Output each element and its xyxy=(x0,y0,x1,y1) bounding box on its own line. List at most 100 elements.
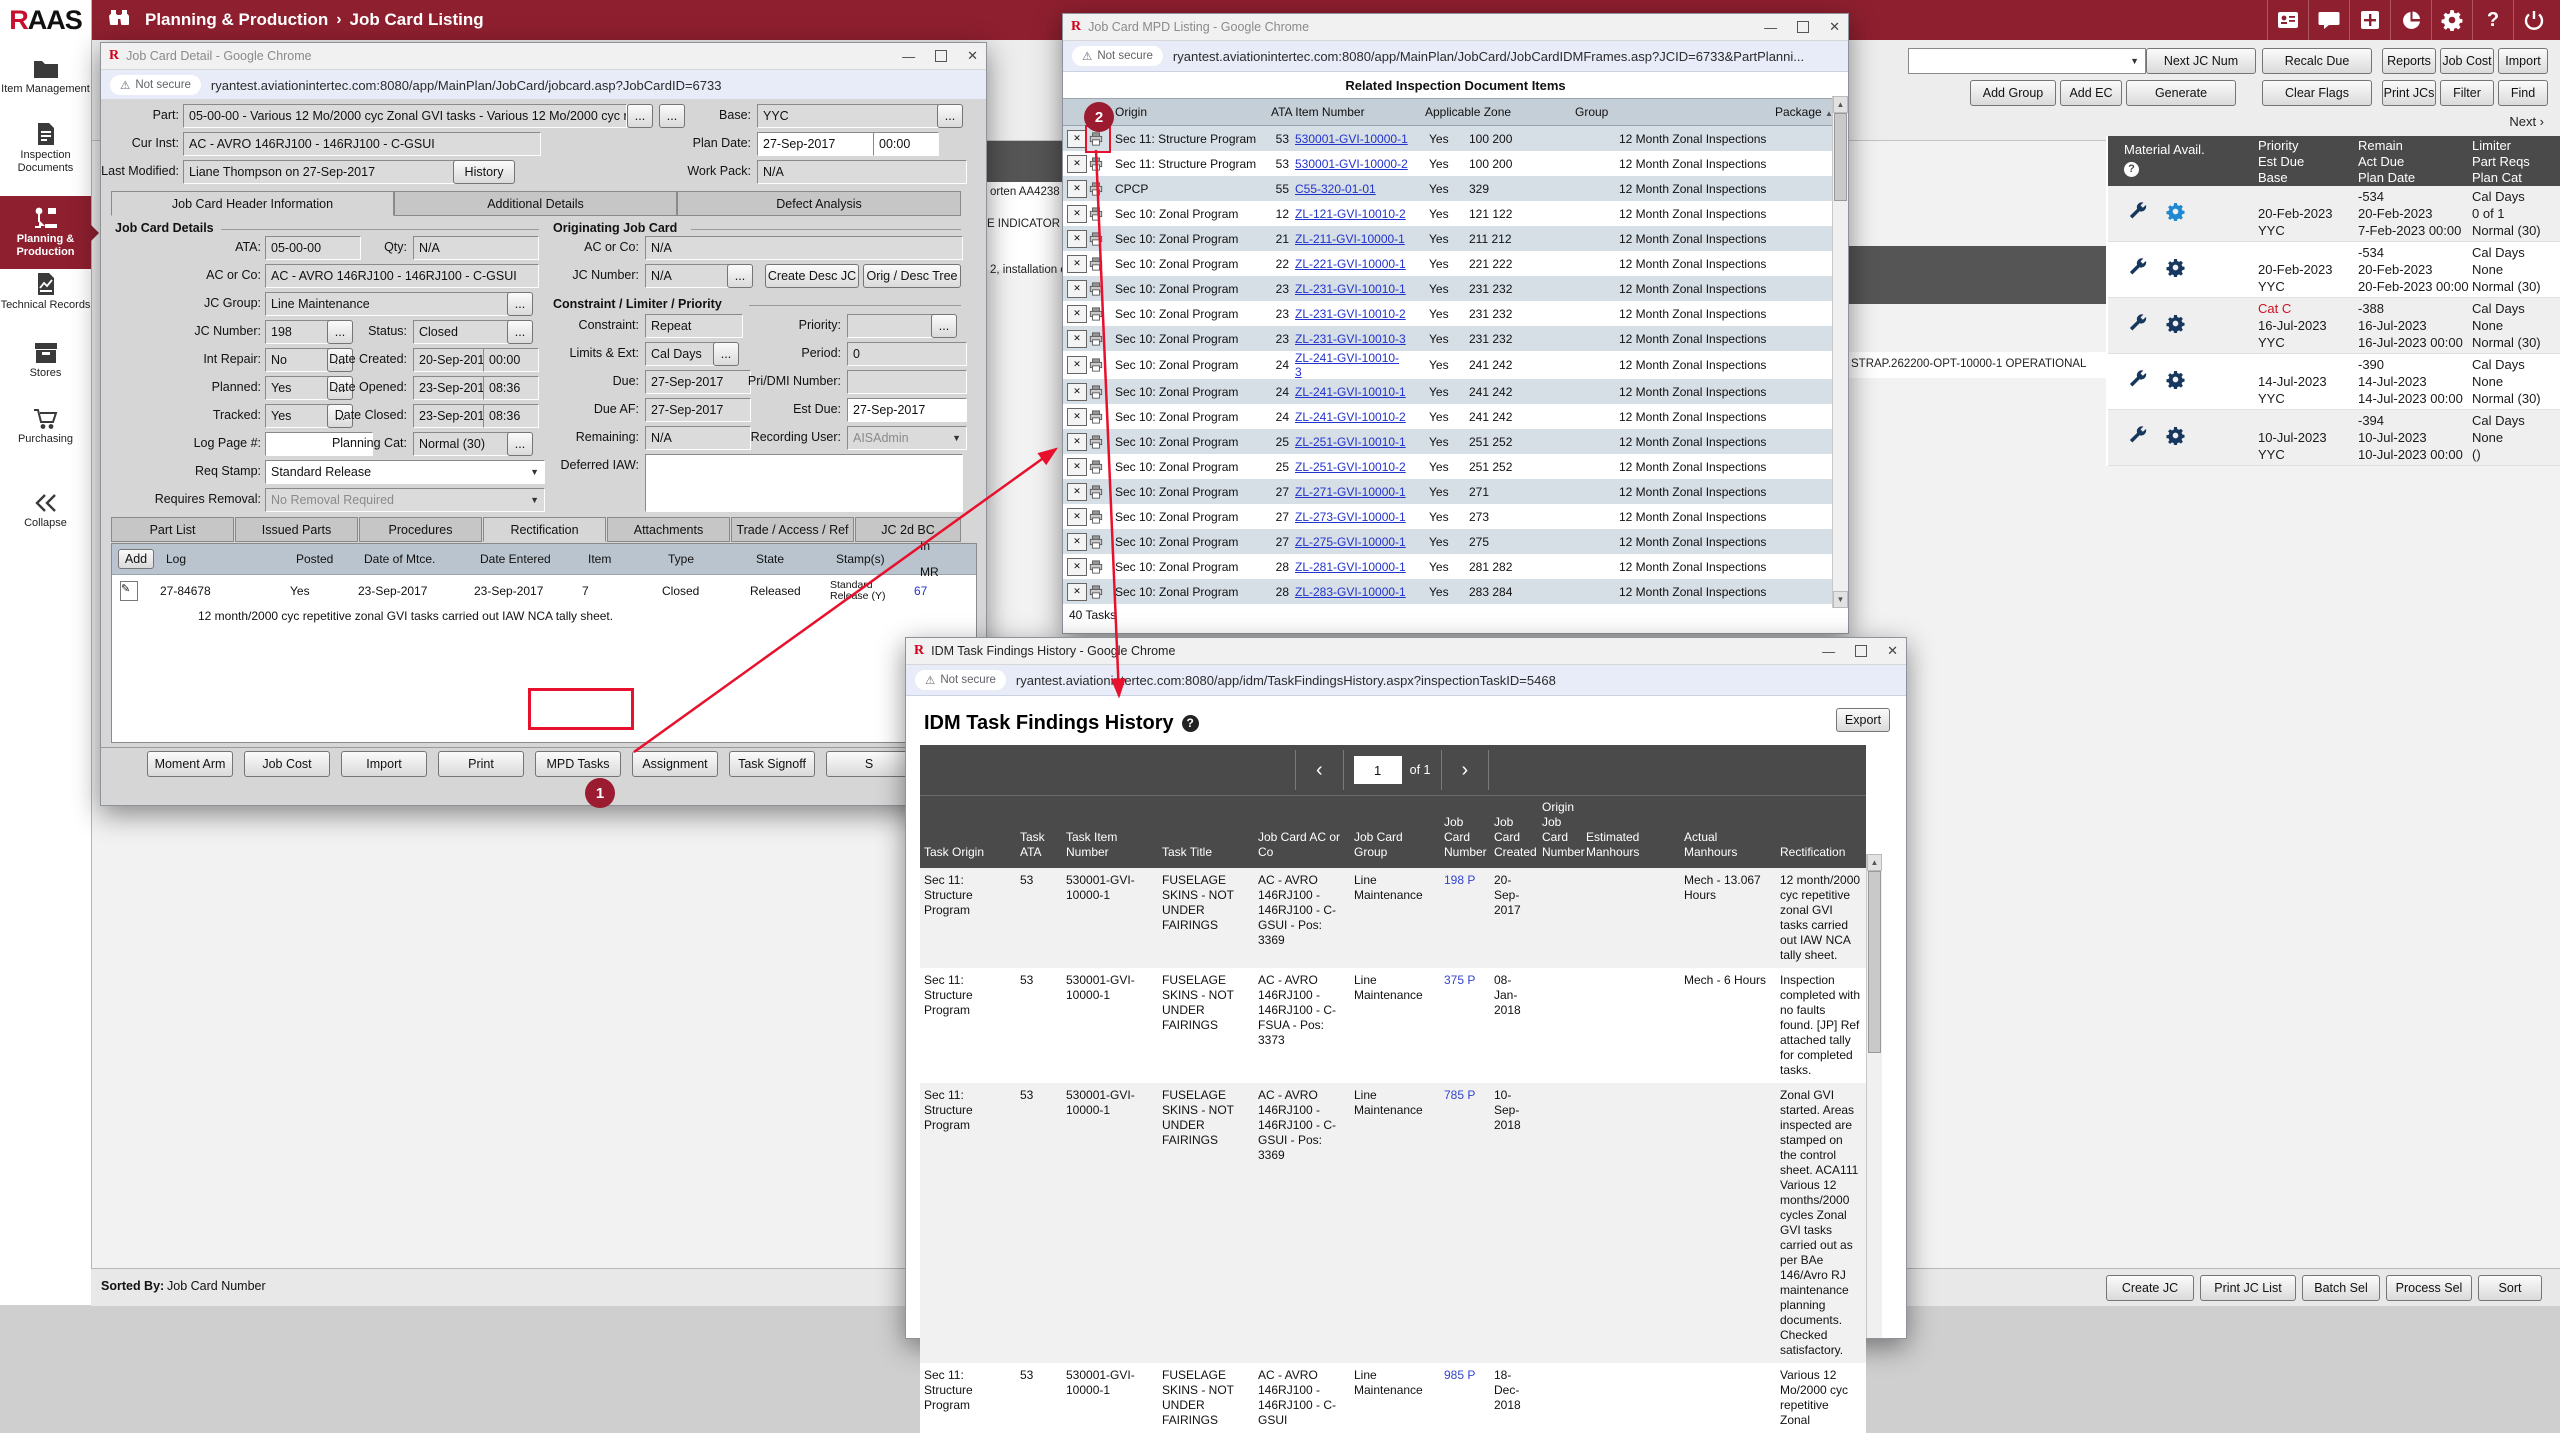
add-group-button[interactable]: Add Group xyxy=(1970,80,2056,106)
export-button[interactable]: Export xyxy=(1836,708,1890,732)
remove-task-icon[interactable]: ✕ xyxy=(1067,255,1087,273)
mpd-table-row[interactable]: ✕ Sec 10: Zonal Program 25 ZL-251-GVI-10… xyxy=(1063,429,1848,454)
mpd-item-number-link[interactable]: ZL-275-GVI-10000-1 xyxy=(1295,535,1425,549)
tab-jc-2d-bc[interactable]: JC 2d BC xyxy=(855,517,961,542)
mpd-item-number-link[interactable]: ZL-231-GVI-10010-3 xyxy=(1295,332,1425,346)
mpd-table-row[interactable]: ✕ Sec 10: Zonal Program 24 ZL-241-GVI-10… xyxy=(1063,404,1848,429)
recalc-due-button[interactable]: Recalc Due xyxy=(2262,48,2372,74)
assignment-button[interactable]: Assignment xyxy=(632,751,718,777)
base-field[interactable]: YYC xyxy=(757,104,939,128)
due-summary-row[interactable]: 14-Jul-2023YYC -39014-Jul-202314-Jul-202… xyxy=(2108,354,2560,410)
window-titlebar[interactable]: R Job Card MPD Listing - Google Chrome —… xyxy=(1063,14,1848,41)
settings-gears-icon[interactable] xyxy=(2431,0,2472,40)
limits-ext-field[interactable]: Cal Days xyxy=(645,342,719,366)
scroll-up-icon[interactable]: ▲ xyxy=(1833,96,1848,113)
print-task-icon[interactable] xyxy=(1089,410,1109,424)
mpd-item-number-link[interactable]: ZL-251-GVI-10010-2 xyxy=(1295,460,1425,474)
status-lookup-button[interactable]: ... xyxy=(507,320,533,344)
requires-removal-select[interactable]: No Removal Required▼ xyxy=(265,488,545,512)
mpd-item-number-link[interactable]: ZL-251-GVI-10010-1 xyxy=(1295,435,1425,449)
period-field[interactable]: 0 xyxy=(847,342,967,366)
deferred-iaw-field[interactable] xyxy=(645,454,963,512)
maintenance-wrench-icon[interactable] xyxy=(2128,370,2147,394)
print-task-icon[interactable] xyxy=(1089,585,1109,599)
mpd-table-row[interactable]: ✕ Sec 10: Zonal Program 25 ZL-251-GVI-10… xyxy=(1063,454,1848,479)
idm-scrollbar[interactable]: ▲ xyxy=(1866,854,1882,1338)
tab-additional-details[interactable]: Additional Details xyxy=(394,191,677,216)
recording-user-select[interactable]: AISAdmin▼ xyxy=(847,426,967,450)
task-signoff-button[interactable]: Task Signoff xyxy=(729,751,815,777)
ac-or-co-field[interactable]: AC - AVRO 146RJ100 - 146RJ100 - C-GSUI xyxy=(265,264,539,288)
scroll-thumb[interactable] xyxy=(1834,113,1847,201)
mpd-item-number-link[interactable]: ZL-231-GVI-10010-2 xyxy=(1295,307,1425,321)
remove-task-icon[interactable]: ✕ xyxy=(1067,130,1087,148)
mpd-table-row[interactable]: ✕ Sec 10: Zonal Program 24 ZL-241-GVI-10… xyxy=(1063,379,1848,404)
sidebar-item-planning-production[interactable]: Planning & Production xyxy=(0,196,91,269)
remove-task-icon[interactable]: ✕ xyxy=(1067,458,1087,476)
mpd-item-number-link[interactable]: ZL-281-GVI-10000-1 xyxy=(1295,560,1425,574)
mpd-table-row[interactable]: ✕ Sec 10: Zonal Program 22 ZL-221-GVI-10… xyxy=(1063,251,1848,276)
print-task-icon[interactable] xyxy=(1089,385,1109,399)
remove-task-icon[interactable]: ✕ xyxy=(1067,408,1087,426)
mpd-table-row[interactable]: ✕ Sec 11: Structure Program 53 530001-GV… xyxy=(1063,126,1848,151)
print-button[interactable]: Print xyxy=(438,751,524,777)
jc-group-field[interactable]: Line Maintenance xyxy=(265,292,513,316)
remove-task-icon[interactable]: ✕ xyxy=(1067,356,1087,374)
tab-issued-parts[interactable]: Issued Parts xyxy=(235,517,358,542)
date-opened-time-field[interactable]: 08:36 xyxy=(483,376,539,400)
find-button[interactable]: Find xyxy=(2498,80,2548,106)
group-header[interactable]: Group xyxy=(1575,105,1775,119)
signoff-button-partial[interactable]: S xyxy=(826,751,912,777)
pri-dmi-field[interactable] xyxy=(847,370,967,394)
base-lookup-button[interactable]: ... xyxy=(937,104,963,128)
maintenance-wrench-icon[interactable] xyxy=(2128,314,2147,338)
remove-task-icon[interactable]: ✕ xyxy=(1067,533,1087,551)
print-task-icon[interactable] xyxy=(1089,460,1109,474)
origin-header[interactable]: Origin xyxy=(1115,105,1265,119)
minimize-button[interactable]: — xyxy=(1764,20,1777,35)
add-ec-button[interactable]: Add EC xyxy=(2060,80,2122,106)
applicable-zone-header[interactable]: Applicable Zone xyxy=(1425,105,1575,119)
remaining-field[interactable]: N/A xyxy=(645,426,751,450)
sort-button[interactable]: Sort xyxy=(2478,1275,2542,1301)
remove-task-icon[interactable]: ✕ xyxy=(1067,155,1087,173)
minimize-button[interactable]: — xyxy=(1822,644,1835,659)
plan-time-field[interactable]: 00:00 xyxy=(873,132,939,156)
sidebar-item-item-management[interactable]: Item Management xyxy=(0,58,91,96)
address-bar[interactable]: ⚠Not secure ryantest.aviationintertec.co… xyxy=(1063,41,1848,72)
mpd-item-number-link[interactable]: ZL-221-GVI-10000-1 xyxy=(1295,257,1425,271)
print-task-icon[interactable] xyxy=(1089,207,1109,221)
add-window-icon[interactable] xyxy=(2349,0,2390,40)
jc-filter-select[interactable]: ▼ xyxy=(1908,48,2146,74)
planning-cat-field[interactable]: Normal (30) xyxy=(413,432,513,456)
rectification-row[interactable]: ✎ 27-84678 Yes 23-Sep-2017 23-Sep-2017 7… xyxy=(112,575,976,607)
jc-number-link[interactable]: 985 P xyxy=(1440,1363,1490,1433)
print-task-icon[interactable] xyxy=(1089,560,1109,574)
task-gear-icon[interactable] xyxy=(2166,426,2185,450)
date-closed-field[interactable]: 23-Sep-2017 xyxy=(413,404,487,428)
date-created-time-field[interactable]: 00:00 xyxy=(483,348,539,372)
mpd-item-number-link[interactable]: C55-320-01-01 xyxy=(1295,182,1425,196)
orig-jc-number-field[interactable]: N/A xyxy=(645,264,733,288)
remove-task-icon[interactable]: ✕ xyxy=(1067,205,1087,223)
mpd-item-number-link[interactable]: ZL-283-GVI-10000-1 xyxy=(1295,585,1425,599)
maximize-button[interactable] xyxy=(935,50,947,62)
priority-field[interactable] xyxy=(847,314,937,338)
mpd-tasks-button[interactable]: MPD Tasks xyxy=(535,751,621,777)
close-button[interactable]: ✕ xyxy=(1829,19,1840,35)
jc-number-link[interactable]: 785 P xyxy=(1440,1083,1490,1363)
mpd-table-row[interactable]: ✕ Sec 10: Zonal Program 24 ZL-241-GVI-10… xyxy=(1063,351,1848,379)
filter-button[interactable]: Filter xyxy=(2440,80,2494,106)
work-pack-field[interactable]: N/A xyxy=(757,160,967,184)
close-button[interactable]: ✕ xyxy=(967,48,978,64)
help-icon[interactable]: ? xyxy=(2124,162,2139,177)
due-summary-row[interactable]: 10-Jul-2023YYC -39410-Jul-202310-Jul-202… xyxy=(2108,410,2560,466)
contact-card-icon[interactable] xyxy=(2267,0,2308,40)
mpd-table-row[interactable]: ✕ CPCP 55 C55-320-01-01 Yes 329 12 Month… xyxy=(1063,176,1848,201)
mpd-item-number-link[interactable]: 530001-GVI-10000-2 xyxy=(1295,157,1425,171)
mpd-scrollbar[interactable]: ▲ ▼ xyxy=(1832,96,1848,608)
generate-button[interactable]: Generate xyxy=(2126,80,2236,106)
address-bar[interactable]: ⚠Not secure ryantest.aviationintertec.co… xyxy=(906,665,1906,696)
print-jc-list-button[interactable]: Print JC List xyxy=(2200,1275,2296,1301)
remove-task-icon[interactable]: ✕ xyxy=(1067,483,1087,501)
